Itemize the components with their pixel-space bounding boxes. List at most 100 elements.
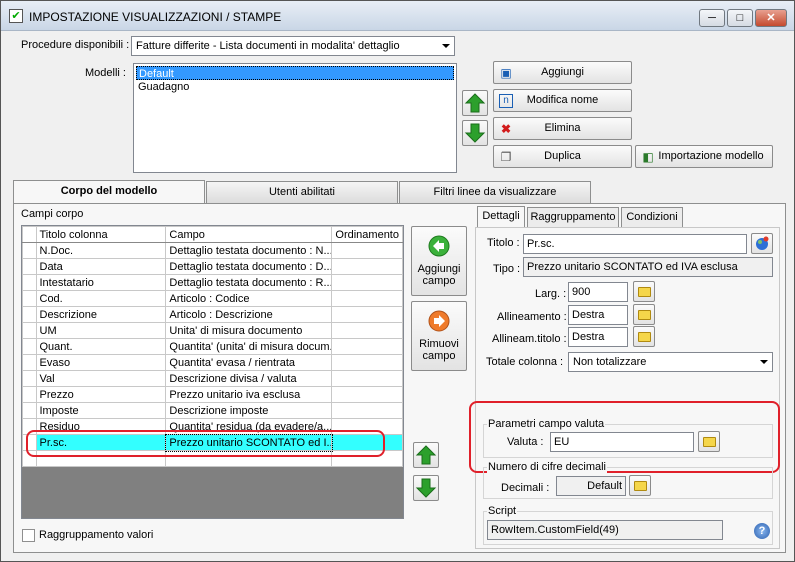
list-item[interactable]: Default — [136, 66, 454, 80]
row-header[interactable] — [22, 370, 37, 387]
titolo-input[interactable]: Pr.sc. — [523, 234, 747, 254]
cell-campo[interactable]: Prezzo unitario iva esclusa — [165, 386, 333, 403]
move-up-button[interactable] — [462, 90, 488, 116]
folder-icon — [638, 332, 651, 342]
cell-titolo[interactable]: Intestatario — [35, 274, 167, 291]
campi-corpo-grid[interactable]: Titolo colonna Campo Ordinamento N.Doc. D… — [21, 225, 404, 519]
table-row[interactable]: Quant. Quantita' (unita' di misura docum.… — [22, 338, 403, 355]
cell-titolo[interactable]: Evaso — [35, 354, 167, 371]
tab-raggruppamento[interactable]: Raggruppamento — [527, 207, 619, 227]
cell-ordinamento[interactable] — [331, 322, 403, 339]
cell-ordinamento[interactable] — [331, 386, 403, 403]
row-header[interactable] — [22, 322, 37, 339]
cell-ordinamento[interactable] — [331, 338, 403, 355]
cell-ordinamento[interactable] — [331, 370, 403, 387]
raggruppamento-checkbox[interactable] — [22, 529, 35, 542]
cell-ordinamento[interactable] — [331, 306, 403, 323]
cell-titolo[interactable]: N.Doc. — [35, 242, 167, 259]
cell-campo[interactable]: Dettaglio testata documento : R... — [165, 274, 333, 291]
minimize-button[interactable]: ─ — [699, 9, 725, 27]
table-row[interactable]: Cod. Articolo : Codice — [22, 290, 403, 307]
allineam-titolo-input[interactable]: Destra — [568, 327, 628, 347]
field-move-down-button[interactable] — [413, 475, 439, 501]
cell-campo[interactable]: Quantita' evasa / rientrata — [165, 354, 333, 371]
row-header[interactable] — [22, 402, 37, 419]
table-row[interactable]: Data Dettaglio testata documento : D... — [22, 258, 403, 275]
translate-button[interactable] — [751, 233, 773, 254]
allineamento-folder-button[interactable] — [633, 304, 655, 325]
cell-ordinamento[interactable] — [331, 354, 403, 371]
row-header[interactable] — [22, 290, 37, 307]
import-model-button[interactable]: ◧ Importazione modello — [635, 145, 773, 168]
larg-input[interactable]: 900 — [568, 282, 628, 302]
decimali-folder-button[interactable] — [629, 475, 651, 496]
tab-condizioni[interactable]: Condizioni — [621, 207, 683, 227]
rename-model-button[interactable]: n Modifica nome — [493, 89, 632, 112]
add-model-button[interactable]: ▣ Aggiungi — [493, 61, 632, 84]
decimali-label: Decimali : — [501, 482, 550, 494]
row-header[interactable] — [22, 338, 37, 355]
tab-utenti-abilitati[interactable]: Utenti abilitati — [206, 181, 398, 203]
table-row[interactable]: Prezzo Prezzo unitario iva esclusa — [22, 386, 403, 403]
table-row[interactable]: UM Unita' di misura documento — [22, 322, 403, 339]
help-icon[interactable]: ? — [754, 523, 770, 539]
column-header-ordinamento[interactable]: Ordinamento — [331, 226, 403, 243]
field-move-up-button[interactable] — [413, 442, 439, 468]
table-row[interactable]: Val Descrizione divisa / valuta — [22, 370, 403, 387]
tab-corpo-modello[interactable]: Corpo del modello — [13, 180, 205, 204]
tab-dettagli[interactable]: Dettagli — [477, 206, 525, 228]
cell-titolo[interactable]: Descrizione — [35, 306, 167, 323]
column-header-campo[interactable]: Campo — [165, 226, 333, 243]
cell-titolo[interactable]: Quant. — [35, 338, 167, 355]
modelli-list[interactable]: Default Guadagno — [133, 63, 457, 173]
cell-campo[interactable]: Descrizione imposte — [165, 402, 333, 419]
cell-campo[interactable]: Dettaglio testata documento : D... — [165, 258, 333, 275]
cell-titolo[interactable]: Val — [35, 370, 167, 387]
row-header[interactable] — [22, 274, 37, 291]
move-down-button[interactable] — [462, 120, 488, 146]
cell-ordinamento[interactable] — [331, 258, 403, 275]
cell-ordinamento[interactable] — [331, 402, 403, 419]
table-row[interactable]: N.Doc. Dettaglio testata documento : N... — [22, 242, 403, 259]
totale-colonna-select[interactable]: Non totalizzare — [568, 352, 773, 372]
row-header[interactable] — [22, 242, 37, 259]
duplicate-model-button[interactable]: ❐ Duplica — [493, 145, 632, 168]
cell-titolo[interactable]: Cod. — [35, 290, 167, 307]
cell-campo[interactable]: Descrizione divisa / valuta — [165, 370, 333, 387]
row-header[interactable] — [22, 258, 37, 275]
tab-filtri-linee[interactable]: Filtri linee da visualizzare — [399, 181, 591, 203]
column-header-titolo[interactable]: Titolo colonna — [35, 226, 167, 243]
import-icon: ◧ — [642, 150, 654, 164]
procedure-label: Procedure disponibili : — [21, 39, 130, 51]
row-header[interactable] — [22, 386, 37, 403]
table-row[interactable]: Imposte Descrizione imposte — [22, 402, 403, 419]
cell-campo[interactable]: Articolo : Codice — [165, 290, 333, 307]
larg-label: Larg. : — [535, 288, 567, 300]
cell-ordinamento[interactable] — [331, 242, 403, 259]
cell-campo[interactable]: Dettaglio testata documento : N... — [165, 242, 333, 259]
table-row[interactable]: Intestatario Dettaglio testata documento … — [22, 274, 403, 291]
cell-campo[interactable]: Unita' di misura documento — [165, 322, 333, 339]
row-header[interactable] — [22, 306, 37, 323]
remove-field-button[interactable]: Rimuovi campo — [411, 301, 467, 371]
close-button[interactable]: ✕ — [755, 9, 787, 27]
cell-campo[interactable]: Articolo : Descrizione — [165, 306, 333, 323]
maximize-button[interactable]: □ — [727, 9, 753, 27]
row-header[interactable] — [22, 354, 37, 371]
allineam-titolo-folder-button[interactable] — [633, 326, 655, 347]
cell-titolo[interactable]: UM — [35, 322, 167, 339]
add-field-button[interactable]: Aggiungi campo — [411, 226, 467, 296]
cell-ordinamento[interactable] — [331, 274, 403, 291]
delete-model-button[interactable]: ✖ Elimina — [493, 117, 632, 140]
larg-folder-button[interactable] — [633, 281, 655, 302]
cell-ordinamento[interactable] — [331, 290, 403, 307]
procedure-select[interactable]: Fatture differite - Lista documenti in m… — [131, 36, 455, 56]
cell-titolo[interactable]: Prezzo — [35, 386, 167, 403]
list-item[interactable]: Guadagno — [136, 80, 454, 94]
cell-titolo[interactable]: Imposte — [35, 402, 167, 419]
cell-titolo[interactable]: Data — [35, 258, 167, 275]
table-row[interactable]: Descrizione Articolo : Descrizione — [22, 306, 403, 323]
table-row[interactable]: Evaso Quantita' evasa / rientrata — [22, 354, 403, 371]
allineamento-input[interactable]: Destra — [568, 305, 628, 325]
cell-campo[interactable]: Quantita' (unita' di misura docum... — [165, 338, 333, 355]
